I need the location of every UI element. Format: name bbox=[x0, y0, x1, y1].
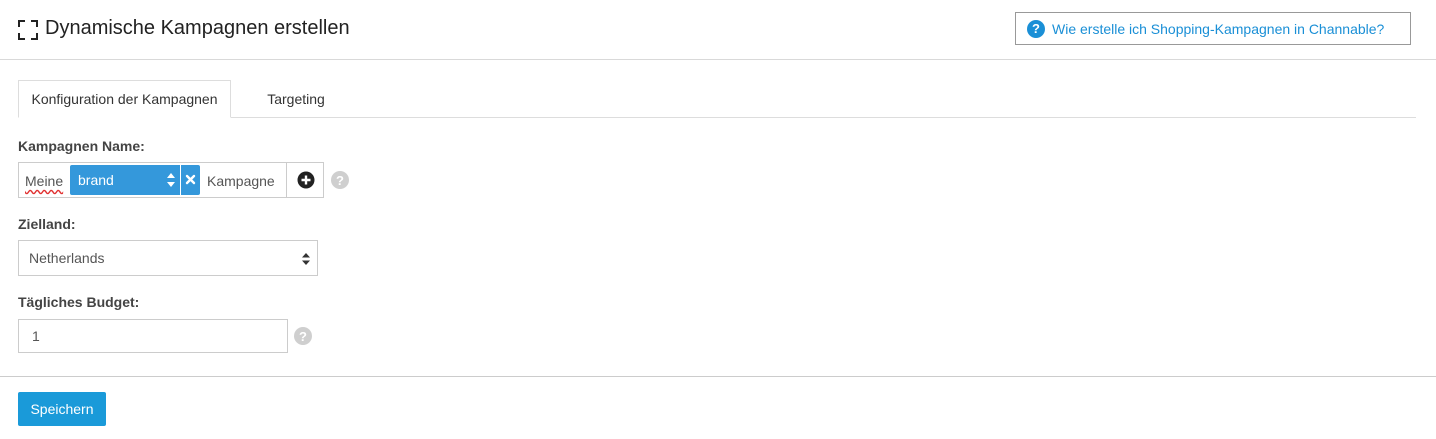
help-link-label: Wie erstelle ich Shopping-Kampagnen in C… bbox=[1052, 20, 1385, 37]
save-button[interactable]: Speichern bbox=[18, 392, 106, 426]
question-circle-icon: ? bbox=[1027, 19, 1045, 38]
add-token-button[interactable] bbox=[286, 163, 324, 197]
campaign-name-help-icon[interactable]: ? bbox=[331, 171, 349, 189]
daily-budget-input[interactable]: 1 bbox=[18, 319, 288, 353]
campaign-name-label: Kampagnen Name: bbox=[18, 138, 145, 154]
campaign-name-builder: Meine brand Kampagne bbox=[18, 162, 324, 198]
campaign-name-token-select[interactable]: brand bbox=[70, 165, 180, 195]
daily-budget-help-icon[interactable]: ? bbox=[294, 327, 312, 345]
daily-budget-label: Tägliches Budget: bbox=[18, 294, 140, 310]
tab-configuration[interactable]: Konfiguration der Kampagnen bbox=[18, 80, 231, 118]
sort-arrows-icon bbox=[302, 253, 310, 265]
help-link-button[interactable]: ? Wie erstelle ich Shopping-Kampagnen in… bbox=[1015, 12, 1411, 45]
target-country-label: Zielland: bbox=[18, 216, 76, 232]
sort-arrows-icon bbox=[167, 173, 175, 187]
token-label: brand bbox=[78, 172, 114, 188]
campaign-name-suffix[interactable]: Kampagne bbox=[207, 173, 275, 189]
tab-bar: Konfiguration der Kampagnen Targeting bbox=[18, 80, 1416, 118]
target-country-value: Netherlands bbox=[29, 250, 105, 266]
footer-divider bbox=[0, 376, 1436, 377]
remove-token-button[interactable] bbox=[181, 165, 200, 195]
target-country-select[interactable]: Netherlands bbox=[18, 240, 318, 276]
campaign-name-prefix[interactable]: Meine bbox=[25, 173, 63, 189]
tab-targeting[interactable]: Targeting bbox=[231, 80, 361, 118]
page-title: Dynamische Kampagnen erstellen bbox=[45, 17, 350, 39]
close-icon bbox=[185, 174, 196, 185]
page-header: Dynamische Kampagnen erstellen ? Wie ers… bbox=[0, 0, 1436, 60]
expand-icon[interactable] bbox=[18, 20, 38, 40]
plus-circle-icon bbox=[297, 171, 314, 189]
